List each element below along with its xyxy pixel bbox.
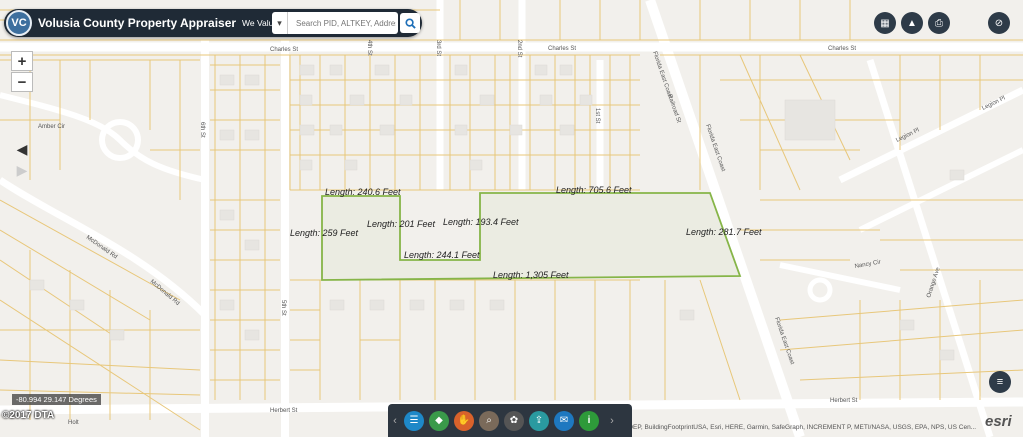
eye-off-icon: ⊘	[994, 17, 1004, 29]
measure-label: Length: 1,305 Feet	[493, 270, 569, 280]
visibility-button[interactable]: ⊘	[988, 12, 1010, 34]
app-header: VC Volusia County Property Appraiser We …	[4, 9, 422, 37]
graduation-button[interactable]: ▲	[901, 12, 923, 34]
share-icon: ⇪	[534, 415, 544, 426]
search-icon	[404, 17, 416, 29]
basemap-button[interactable]: ▦	[874, 12, 896, 34]
chevron-down-icon[interactable]: ▾	[272, 12, 288, 34]
measure-label: Length: 244.1 Feet	[404, 250, 480, 260]
list-button[interactable]: ≡	[989, 371, 1011, 393]
toolbar-next-icon[interactable]: ›	[605, 415, 619, 427]
print-button[interactable]: ⎙	[928, 12, 950, 34]
identify-button[interactable]: ⌕	[479, 410, 499, 431]
list-icon: ☰	[409, 415, 419, 426]
envelope-icon: ✉	[559, 415, 569, 426]
map-canvas[interactable]: Charles St Charles St Charles St Herbert…	[0, 0, 1023, 437]
layers-icon: ◆	[435, 415, 443, 426]
draw-button[interactable]: ✋	[454, 410, 474, 431]
magnify-icon: ⌕	[486, 415, 492, 426]
zoom-in-button[interactable]: +	[11, 51, 33, 71]
mortarboard-icon: ▲	[907, 17, 917, 29]
info-icon: i	[587, 415, 591, 426]
printer-icon: ⎙	[935, 17, 943, 29]
toolbar-prev-icon[interactable]: ‹	[388, 415, 402, 427]
palette-icon: ✿	[509, 415, 519, 426]
street-label: 6th St	[199, 122, 205, 138]
measure-label: Length: 240.6 Feet	[325, 187, 401, 197]
street-label: Charles St	[828, 46, 856, 52]
search-button[interactable]	[400, 13, 420, 33]
basemap-gallery-button[interactable]: ✿	[504, 410, 524, 431]
street-label: 3rd St	[435, 40, 441, 56]
street-label: 5th St	[280, 300, 286, 316]
street-label: Herbert St	[830, 398, 858, 404]
measure-label: Length: 259 Feet	[290, 228, 359, 238]
app-title: Volusia County Property Appraiser	[38, 16, 237, 30]
year-watermark: ©2017 DTA	[2, 410, 55, 421]
measured-parcel-outline	[321, 192, 742, 281]
email-button[interactable]: ✉	[554, 410, 574, 431]
street-label: Herbert St	[270, 408, 298, 414]
coordinate-readout: -80.994 29.147 Degrees	[12, 394, 101, 405]
county-seal-logo[interactable]: VC	[6, 10, 32, 36]
street-label: Holt	[68, 420, 79, 426]
street-label: Amber Cir	[38, 124, 65, 130]
measure-label: Length: 281.7 Feet	[686, 227, 762, 237]
measure-label: Length: 705.6 Feet	[556, 185, 632, 195]
layers-button[interactable]: ◆	[429, 410, 449, 431]
street-label: Charles St	[270, 47, 298, 53]
search-box: ▾	[272, 12, 398, 34]
street-label: 2nd St	[516, 40, 522, 58]
street-label: 1st St	[594, 108, 600, 124]
street-label: 4th St	[366, 40, 372, 56]
export-button[interactable]: ⇪	[529, 410, 549, 431]
measure-label: Length: 201 Feet	[367, 219, 436, 229]
forward-arrow-icon[interactable]: ▶	[11, 160, 33, 180]
back-arrow-icon[interactable]: ◀	[11, 139, 33, 159]
hand-icon: ✋	[457, 415, 471, 426]
grid-icon: ▦	[880, 17, 890, 29]
street-label: Charles St	[548, 46, 576, 52]
esri-logo: esri	[985, 413, 1012, 430]
list-icon: ≡	[996, 376, 1004, 388]
measure-label: Length: 193.4 Feet	[443, 217, 519, 227]
zoom-out-button[interactable]: −	[11, 72, 33, 92]
info-button[interactable]: i	[579, 410, 599, 431]
legend-button[interactable]: ☰	[404, 410, 424, 431]
search-input[interactable]	[294, 17, 398, 29]
bottom-toolbar: ‹ ☰ ◆ ✋ ⌕ ✿ ⇪ ✉ i ›	[388, 404, 632, 437]
